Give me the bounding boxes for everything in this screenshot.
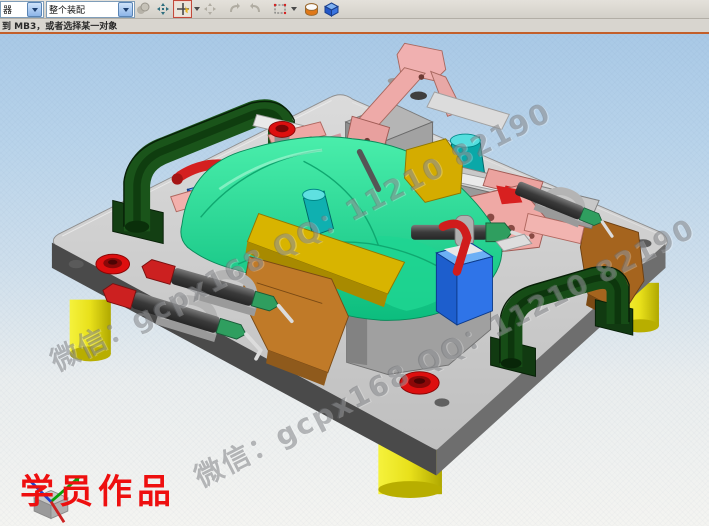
rotate-undo-icon [228,2,242,16]
rotate-redo-button[interactable] [245,0,264,18]
shaded-cube-button[interactable] [322,0,341,18]
wcs-display-button[interactable] [302,0,321,18]
combo-dropdown-button[interactable] [27,2,42,17]
rotate-redo-icon [248,2,262,16]
selection-filter-combo[interactable]: 器 [0,1,44,18]
status-prompt: 到 MB3，或者选择某一对象 [0,19,117,32]
selection-scope-combo[interactable]: 整个装配 [46,1,135,18]
shaded-cube-icon [324,2,339,17]
toolbar-icon-group [133,0,342,18]
snap-point-button[interactable] [173,0,192,18]
combo-dropdown-button[interactable] [118,2,133,17]
move-object-button[interactable] [153,0,172,18]
rectangle-select-button[interactable] [270,0,289,18]
graphics-viewport[interactable]: 微信：gcpx168 QQ：11210 82190 微信：gcpx168 QQ：… [0,34,709,526]
rectangle-select-dropdown[interactable] [290,1,297,17]
status-bar: 到 MB3，或者选择某一对象 [0,19,709,32]
selection-filter-value: 器 [1,3,27,16]
rectangle-select-icon [273,2,287,16]
snap-point-dropdown[interactable] [193,1,200,17]
drag-object-button[interactable] [200,0,219,18]
selection-scope-value: 整个装配 [47,3,118,16]
wcs-display-icon [304,2,319,17]
rotate-undo-button[interactable] [225,0,244,18]
drag-object-icon [203,2,217,16]
selection-sphere-button[interactable] [133,0,152,18]
move-object-icon [156,2,170,16]
snap-point-icon [176,2,190,16]
selection-sphere-icon [136,2,150,16]
student-work-caption: 学员作品 [20,464,176,513]
main-toolbar: 器 整个装配 [0,0,709,19]
